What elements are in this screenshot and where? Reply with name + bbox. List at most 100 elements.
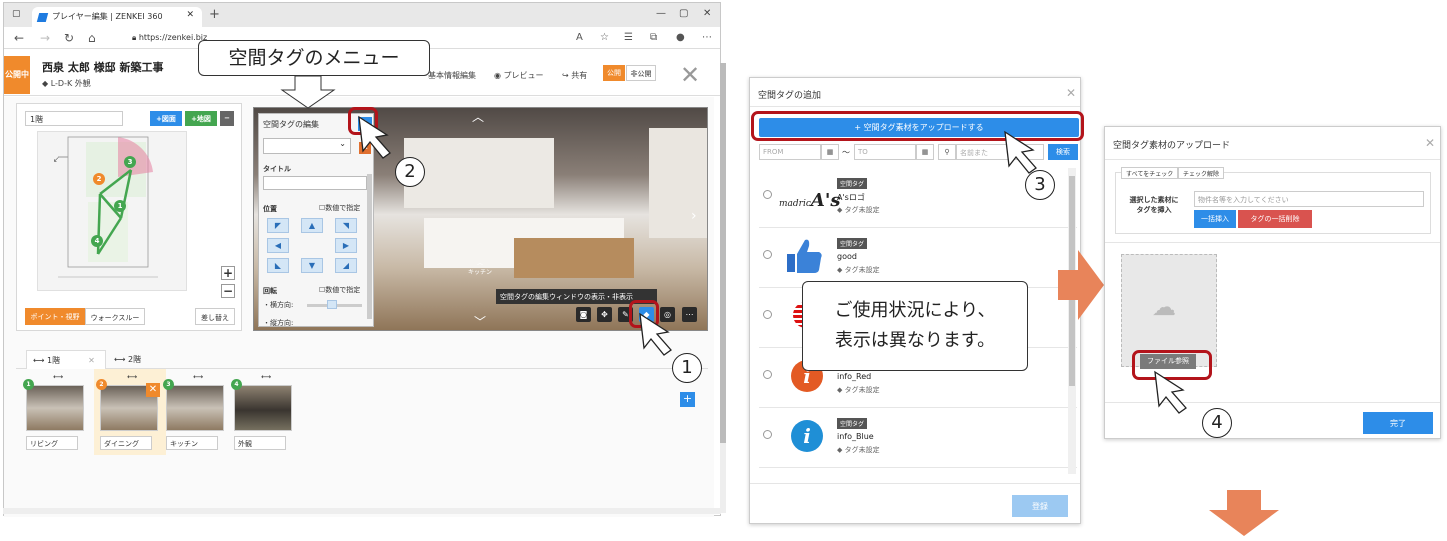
mode-point-button[interactable]: ポイント・視野 bbox=[25, 308, 85, 325]
horizontal-scrollbar[interactable] bbox=[3, 508, 721, 514]
done-button[interactable]: 完了 bbox=[1363, 412, 1433, 434]
close-tab-icon[interactable]: ✕ bbox=[186, 10, 194, 20]
zoom-in-button[interactable]: + bbox=[221, 266, 235, 280]
scene-drag-icon-3[interactable]: ⟷ bbox=[193, 373, 203, 381]
position-numeric-checkbox[interactable]: ☐数値で指定 bbox=[319, 203, 360, 213]
to-date-input[interactable]: TO bbox=[854, 144, 916, 160]
close-editor-icon[interactable]: ✕ bbox=[680, 61, 700, 89]
favorites-list-icon[interactable]: ☰ bbox=[624, 32, 633, 43]
basic-info-link[interactable]: 基本情報編集 bbox=[428, 70, 476, 81]
plan-node-4[interactable]: 4 bbox=[91, 235, 103, 247]
move-up-arrow[interactable]: ▲ bbox=[301, 218, 323, 233]
search-button[interactable]: 検索 bbox=[1048, 144, 1078, 160]
delete-scene-icon[interactable]: ✕ bbox=[146, 383, 160, 397]
scene-drag-icon-2[interactable]: ⟷ bbox=[127, 373, 137, 381]
scene-thumb-4[interactable] bbox=[234, 385, 292, 431]
close-floor-icon[interactable]: ✕ bbox=[88, 356, 95, 365]
reload-icon[interactable]: ↻ bbox=[64, 31, 74, 45]
zoom-out-button[interactable]: − bbox=[221, 284, 235, 298]
close-window-icon[interactable]: ✕ bbox=[703, 8, 711, 19]
plan-node-1[interactable]: 1 bbox=[114, 200, 126, 212]
home-icon[interactable]: ⌂ bbox=[88, 31, 96, 45]
bulk-insert-button[interactable]: 一括挿入 bbox=[1194, 210, 1236, 228]
yaw-slider-handle[interactable] bbox=[327, 300, 337, 309]
radio-button[interactable] bbox=[763, 310, 772, 319]
radio-button[interactable] bbox=[763, 430, 772, 439]
panel-scrollbar[interactable] bbox=[367, 174, 372, 319]
move-left-arrow[interactable]: ◀ bbox=[267, 238, 289, 253]
uncheck-button[interactable]: チェック解除 bbox=[1178, 167, 1225, 179]
check-all-button[interactable]: すべてをチェック bbox=[1121, 167, 1179, 179]
camera-icon[interactable]: ◙ bbox=[576, 307, 591, 322]
new-tab-icon[interactable]: + bbox=[209, 7, 220, 22]
look-up-icon[interactable]: ︿ bbox=[472, 108, 484, 125]
from-calendar-icon[interactable]: ▦ bbox=[821, 144, 839, 160]
upload-modal-title: 空間タグ素材のアップロード bbox=[1113, 141, 1231, 151]
title-input[interactable] bbox=[263, 176, 367, 190]
list-item[interactable]: 空間タグ ★ bbox=[759, 468, 1077, 474]
favorite-icon[interactable]: ☆ bbox=[600, 32, 609, 43]
replace-button[interactable]: 差し替え bbox=[195, 308, 235, 325]
cloud-upload-icon: ☁ bbox=[1152, 293, 1176, 321]
add-plan-button[interactable]: +図面 bbox=[150, 111, 182, 126]
radio-button[interactable] bbox=[763, 190, 772, 199]
tag-select[interactable]: ⌄ bbox=[263, 138, 351, 154]
tab-actions-icon[interactable]: ▢ bbox=[12, 9, 21, 19]
back-icon[interactable]: ← bbox=[14, 31, 24, 45]
private-button[interactable]: 非公開 bbox=[626, 65, 656, 81]
look-down-icon[interactable]: ﹀ bbox=[474, 313, 486, 330]
move-right-arrow[interactable]: ▶ bbox=[335, 238, 357, 253]
share-link[interactable]: ↪ 共有 bbox=[562, 70, 587, 81]
maximize-icon[interactable]: ▢ bbox=[679, 8, 688, 19]
list-item[interactable]: i 空間タグ info_Blue ◆ タグ未設定 bbox=[759, 408, 1077, 468]
move-icon[interactable]: ✥ bbox=[597, 307, 612, 322]
rotation-numeric-checkbox[interactable]: ☐数値で指定 bbox=[319, 285, 360, 295]
scene-drag-icon-1[interactable]: ⟷ bbox=[53, 373, 63, 381]
scene-drag-icon-4[interactable]: ⟷ bbox=[261, 373, 271, 381]
add-map-button[interactable]: +地図 bbox=[185, 111, 217, 126]
radio-button[interactable] bbox=[763, 250, 772, 259]
plan-node-3[interactable]: 3 bbox=[124, 156, 136, 168]
page-scrollbar-thumb[interactable] bbox=[720, 63, 726, 443]
to-calendar-icon[interactable]: ▦ bbox=[916, 144, 934, 160]
move-up-left-arrow[interactable]: ◤ bbox=[267, 218, 289, 233]
close-modal-icon[interactable]: ✕ bbox=[1425, 136, 1435, 150]
more-icon[interactable]: ⋯ bbox=[682, 307, 697, 322]
move-up-right-arrow[interactable]: ◥ bbox=[335, 218, 357, 233]
mode-walkthrough-button[interactable]: ウォークスルー bbox=[85, 308, 145, 325]
read-aloud-icon[interactable]: A bbox=[576, 32, 583, 43]
minimize-icon[interactable]: — bbox=[656, 8, 666, 19]
look-right-icon[interactable]: › bbox=[691, 208, 697, 224]
scene-label-1[interactable]: リビング bbox=[26, 436, 78, 450]
kitchen-hotspot[interactable]: ︿ キッチン bbox=[468, 258, 492, 276]
profile-icon[interactable]: ● bbox=[676, 32, 685, 43]
scene-thumb-1[interactable] bbox=[26, 385, 84, 431]
add-scene-button[interactable]: + bbox=[680, 392, 695, 407]
radio-button[interactable] bbox=[763, 370, 772, 379]
tab-floor-1[interactable]: ⟷ 1階 ✕ bbox=[26, 350, 106, 369]
floor-plan-image[interactable]: ↙ bbox=[37, 131, 187, 291]
floor-select[interactable]: 1階 bbox=[25, 111, 123, 126]
scene-label-3[interactable]: キッチン bbox=[166, 436, 218, 450]
scene-label-4[interactable]: 外観 bbox=[234, 436, 286, 450]
register-button[interactable]: 登録 bbox=[1012, 495, 1068, 517]
menu-icon[interactable]: ⋯ bbox=[702, 32, 712, 43]
bulk-delete-button[interactable]: タグの一括削除 bbox=[1238, 210, 1312, 228]
move-down-arrow[interactable]: ▼ bbox=[301, 258, 323, 273]
preview-link[interactable]: ◉ プレビュー bbox=[494, 70, 544, 81]
move-down-left-arrow[interactable]: ◣ bbox=[267, 258, 289, 273]
forward-icon[interactable]: → bbox=[40, 31, 50, 45]
property-name-input[interactable]: 物件名等を入力してください bbox=[1194, 191, 1424, 207]
move-down-right-arrow[interactable]: ◢ bbox=[335, 258, 357, 273]
plan-node-2[interactable]: 2 bbox=[93, 173, 105, 185]
list-item[interactable]: 空間タグ good ◆ タグ未設定 bbox=[759, 228, 1077, 288]
public-button[interactable]: 公開 bbox=[603, 65, 625, 81]
scene-label-2[interactable]: ダイニング bbox=[100, 436, 152, 450]
remove-plan-button[interactable]: − bbox=[220, 111, 234, 126]
from-date-input[interactable]: FROM bbox=[759, 144, 821, 160]
collections-icon[interactable]: ⧉ bbox=[650, 32, 657, 43]
scene-thumb-3[interactable] bbox=[166, 385, 224, 431]
tab-floor-2[interactable]: ⟷ 2階 bbox=[108, 350, 178, 369]
browser-tab[interactable]: プレイヤー編集 | ZENKEI 360 ✕ bbox=[32, 7, 202, 27]
close-modal-icon[interactable]: ✕ bbox=[1066, 86, 1076, 100]
